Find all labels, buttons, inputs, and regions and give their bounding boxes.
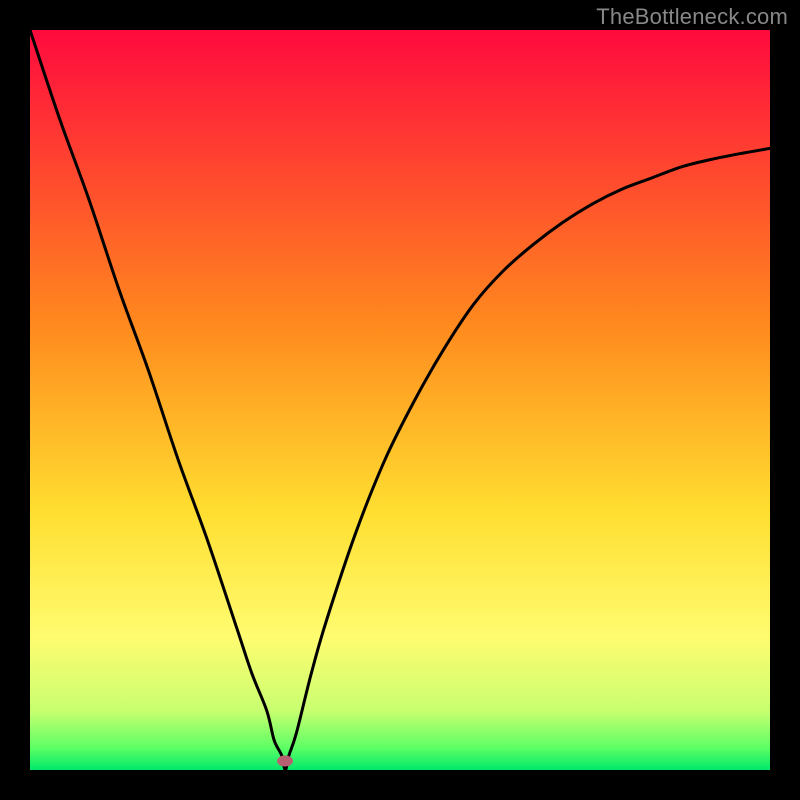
- chart-frame: TheBottleneck.com: [0, 0, 800, 800]
- optimum-marker: [277, 756, 293, 767]
- attribution-watermark: TheBottleneck.com: [596, 4, 788, 30]
- bottleneck-curve: [30, 30, 770, 770]
- plot-area: [30, 30, 770, 770]
